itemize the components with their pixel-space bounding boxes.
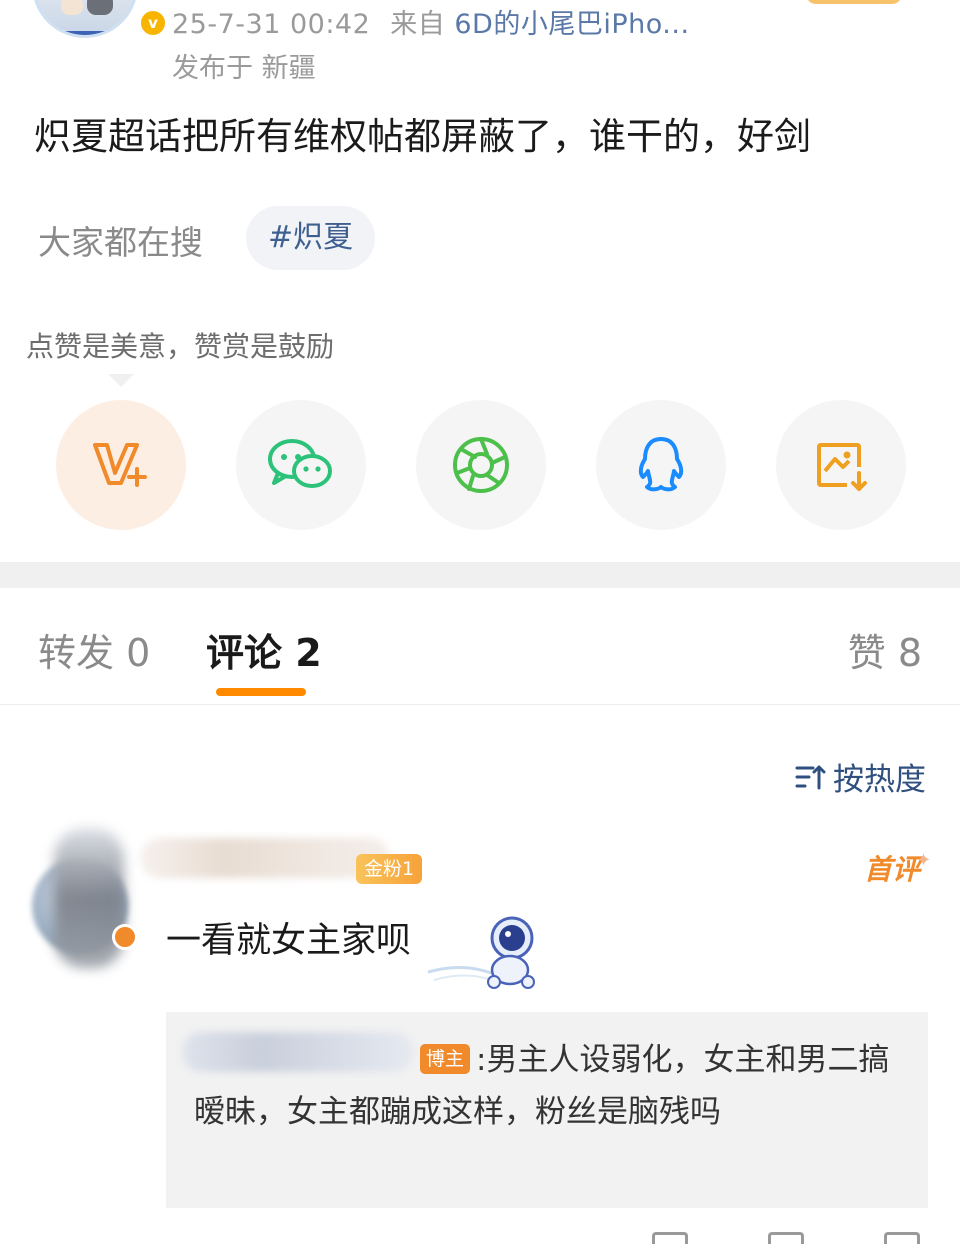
fan-level-badge: 金粉1 — [356, 854, 423, 884]
comment-body: 一看就女主家呗 — [166, 921, 412, 961]
tab-bar-border — [0, 704, 960, 705]
reward-tip-arrow — [108, 374, 134, 387]
first-comment-text: 首评 — [863, 853, 920, 886]
active-tab-indicator — [216, 688, 306, 696]
topic-tag[interactable]: #炽夏 — [246, 206, 376, 270]
sparkle-icon: ✦ — [916, 850, 932, 871]
sort-by-heat-button[interactable]: 按热度 — [795, 754, 926, 799]
commenter-name-redacted[interactable] — [140, 838, 390, 878]
commenter-avatar[interactable] — [32, 828, 138, 968]
reply-icon[interactable] — [768, 1232, 804, 1244]
reward-tip: 点赞是美意，赞赏是鼓励 — [14, 316, 347, 378]
verified-badge-icon: v — [138, 8, 168, 38]
reward-button[interactable] — [56, 400, 186, 530]
post-author-avatar[interactable]: v — [32, 0, 168, 40]
share-qq-button[interactable] — [596, 400, 726, 530]
astronaut-sticker-icon — [427, 916, 535, 989]
member-dot-icon — [112, 924, 138, 950]
sort-icon — [795, 765, 826, 789]
tab-repost[interactable]: 转发 0 — [38, 622, 150, 677]
post-source-prefix: 来自 — [390, 9, 446, 40]
post-meta: 25-7-31 00:42 来自 6D的小尾巴iPho... — [172, 2, 690, 41]
follow-button-edge[interactable] — [806, 0, 902, 4]
post-location: 发布于 新疆 — [172, 53, 316, 84]
reward-v-plus-icon — [93, 443, 147, 487]
reply-text: :男主人设弱化，女主和男二搞暧昧，女主都蹦成这样，粉丝是脑残吗 — [194, 1042, 890, 1130]
comment-action-icons — [652, 1232, 920, 1244]
save-image-button[interactable] — [776, 400, 906, 530]
wechat-icon — [268, 439, 332, 488]
section-divider — [0, 562, 960, 588]
post-source-device[interactable]: 6D的小尾巴iPho... — [454, 9, 689, 40]
moments-icon — [453, 437, 509, 493]
save-image-icon — [817, 443, 867, 491]
share-icon[interactable] — [652, 1232, 688, 1244]
post-timestamp: 25-7-31 00:42 — [172, 9, 371, 40]
post-body: 炽夏超话把所有维权帖都屏蔽了，谁干的，好剑 — [34, 115, 811, 158]
share-moments-button[interactable] — [416, 400, 546, 530]
tab-comments[interactable]: 评论 2 — [206, 622, 322, 677]
first-comment-label: 首评 ✦ — [863, 848, 931, 888]
share-wechat-button[interactable] — [236, 400, 366, 530]
trending-search-label: 大家都在搜 — [38, 223, 203, 262]
sort-label: 按热度 — [833, 762, 926, 798]
reply-preview[interactable]: 博主 :男主人设弱化，女主和男二搞暧昧，女主都蹦成这样，粉丝是脑残吗 — [166, 1012, 928, 1208]
like-icon[interactable] — [884, 1232, 920, 1244]
tab-likes[interactable]: 赞 8 — [848, 622, 922, 677]
qq-icon — [638, 437, 684, 492]
